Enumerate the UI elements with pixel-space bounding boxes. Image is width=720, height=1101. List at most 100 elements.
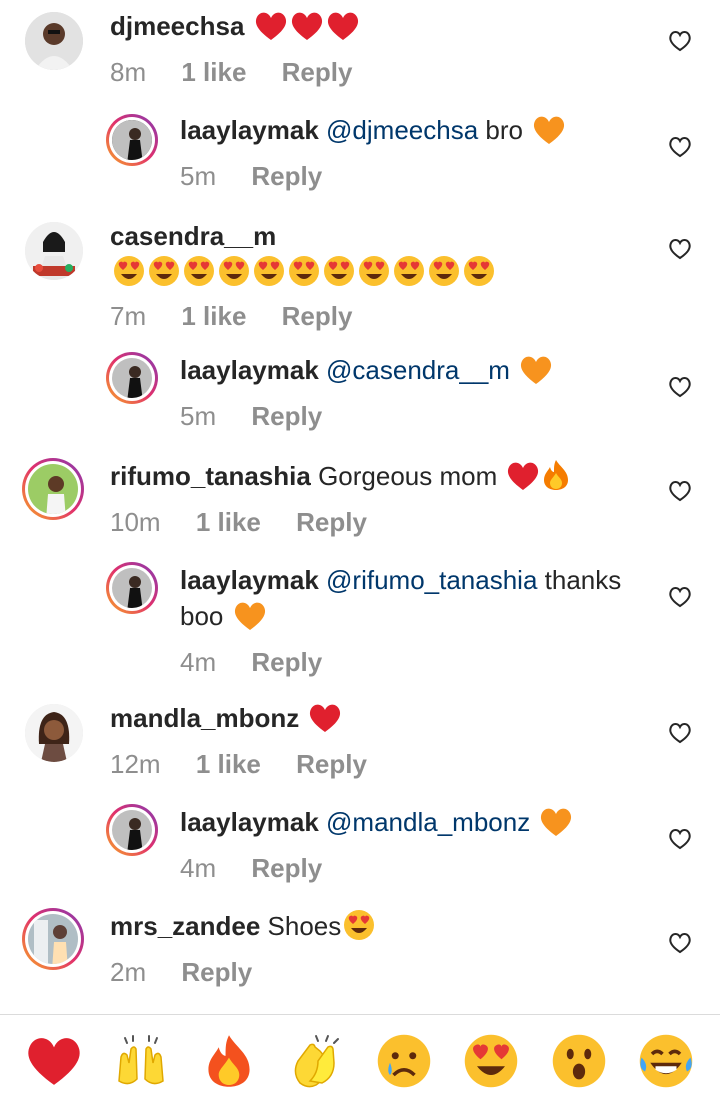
likes-count[interactable]: 1 like — [181, 301, 246, 331]
heart-eyes-icon — [323, 255, 355, 296]
reply-button[interactable]: Reply — [251, 161, 322, 191]
reply-text-continued: boo — [180, 598, 650, 640]
heart-eyes-icon — [393, 255, 425, 296]
reply-text: laaylaymak @mandla_mbonz — [180, 804, 650, 846]
username[interactable]: rifumo_tanashia — [110, 461, 311, 491]
reply-button[interactable]: Reply — [296, 749, 367, 779]
reply-body: bro — [478, 115, 523, 145]
timestamp: 4m — [180, 853, 217, 883]
likes-count[interactable]: 1 like — [196, 507, 261, 537]
reply-text: laaylaymak @casendra__m — [180, 352, 650, 394]
likes-count[interactable]: 1 like — [196, 749, 261, 779]
heart-eyes-icon — [343, 909, 375, 950]
timestamp: 5m — [180, 401, 217, 431]
like-heart-icon[interactable] — [668, 586, 692, 608]
timestamp: 5m — [180, 161, 217, 191]
like-heart-icon[interactable] — [668, 480, 692, 502]
avatar[interactable] — [106, 114, 158, 166]
reply-button[interactable]: Reply — [251, 647, 322, 677]
comment-body: Gorgeous mom — [318, 461, 498, 491]
avatar[interactable] — [106, 352, 158, 404]
comment-meta: 2m Reply — [110, 954, 650, 990]
avatar[interactable] — [25, 704, 83, 762]
comment-text: casendra__m — [110, 218, 650, 254]
like-heart-icon[interactable] — [668, 828, 692, 850]
surprised-face-icon[interactable] — [549, 1031, 609, 1091]
reply-button[interactable]: Reply — [251, 853, 322, 883]
orange-heart-icon — [539, 807, 573, 846]
reply-button[interactable]: Reply — [181, 957, 252, 987]
heart-eyes-icon[interactable] — [461, 1031, 521, 1091]
comment-text: mandla_mbonz — [110, 700, 650, 742]
avatar[interactable] — [106, 804, 158, 856]
username[interactable]: mandla_mbonz — [110, 703, 299, 733]
red-heart-icon — [290, 11, 324, 50]
reply-body-2: boo — [180, 601, 224, 631]
like-heart-icon[interactable] — [668, 376, 692, 398]
avatar[interactable] — [22, 908, 84, 970]
mention-link[interactable]: @rifumo_tanashia — [326, 565, 537, 595]
heart-eyes-icon — [463, 255, 495, 296]
like-heart-icon[interactable] — [668, 136, 692, 158]
heart-eyes-icon — [288, 255, 320, 296]
reply-button[interactable]: Reply — [251, 401, 322, 431]
comment-meta: 7m 1 like Reply — [110, 298, 650, 334]
orange-heart-icon — [532, 115, 566, 154]
timestamp: 4m — [180, 647, 217, 677]
reply-text: laaylaymak @rifumo_tanashia thanks — [180, 562, 650, 598]
timestamp: 2m — [110, 957, 147, 987]
heart-eyes-icon — [148, 255, 180, 296]
fire-icon[interactable] — [199, 1031, 259, 1091]
tears-of-joy-icon[interactable] — [636, 1031, 696, 1091]
username[interactable]: casendra__m — [110, 221, 276, 251]
divider — [0, 1014, 720, 1015]
reply-body: thanks — [537, 565, 622, 595]
like-heart-icon[interactable] — [668, 30, 692, 52]
comment-meta: 10m 1 like Reply — [110, 504, 650, 540]
like-heart-icon[interactable] — [668, 238, 692, 260]
reply-button[interactable]: Reply — [282, 57, 353, 87]
crying-face-icon[interactable] — [374, 1031, 434, 1091]
like-heart-icon[interactable] — [668, 932, 692, 954]
clapping-hands-icon[interactable] — [286, 1031, 346, 1091]
reply-meta: 4m Reply — [180, 850, 650, 886]
reply-text: laaylaymak @djmeechsa bro — [180, 112, 650, 154]
username[interactable]: laaylaymak — [180, 115, 319, 145]
red-heart-icon — [254, 11, 288, 50]
mention-link[interactable]: @casendra__m — [326, 355, 510, 385]
timestamp: 10m — [110, 507, 161, 537]
fire-icon — [542, 459, 570, 500]
username[interactable]: djmeechsa — [110, 11, 244, 41]
orange-heart-icon — [233, 601, 267, 640]
username[interactable]: laaylaymak — [180, 355, 319, 385]
heart-eyes-icon — [358, 255, 390, 296]
comments-screen: djmeechsa 8m 1 like Reply laaylaymak @dj… — [0, 0, 720, 1101]
heart-eyes-icon — [428, 255, 460, 296]
orange-heart-icon — [519, 355, 553, 394]
timestamp: 7m — [110, 301, 147, 331]
mention-link[interactable]: @mandla_mbonz — [326, 807, 530, 837]
raising-hands-icon[interactable] — [111, 1031, 171, 1091]
emoji-row — [110, 254, 650, 294]
heart-eyes-icon — [113, 255, 145, 296]
avatar[interactable] — [25, 12, 83, 70]
username[interactable]: laaylaymak — [180, 565, 319, 595]
like-heart-icon[interactable] — [668, 722, 692, 744]
timestamp: 12m — [110, 749, 161, 779]
username[interactable]: mrs_zandee — [110, 911, 260, 941]
reply-button[interactable]: Reply — [282, 301, 353, 331]
heart-eyes-icon — [183, 255, 215, 296]
red-heart-icon — [326, 11, 360, 50]
reply-button[interactable]: Reply — [296, 507, 367, 537]
username[interactable]: laaylaymak — [180, 807, 319, 837]
red-heart-icon[interactable] — [24, 1031, 84, 1091]
avatar[interactable] — [106, 562, 158, 614]
mention-link[interactable]: @djmeechsa — [326, 115, 478, 145]
comment-text: djmeechsa — [110, 8, 650, 50]
avatar[interactable] — [22, 458, 84, 520]
likes-count[interactable]: 1 like — [181, 57, 246, 87]
avatar[interactable] — [25, 222, 83, 280]
heart-eyes-icon — [218, 255, 250, 296]
red-heart-icon — [506, 461, 540, 500]
reply-meta: 4m Reply — [180, 644, 650, 680]
